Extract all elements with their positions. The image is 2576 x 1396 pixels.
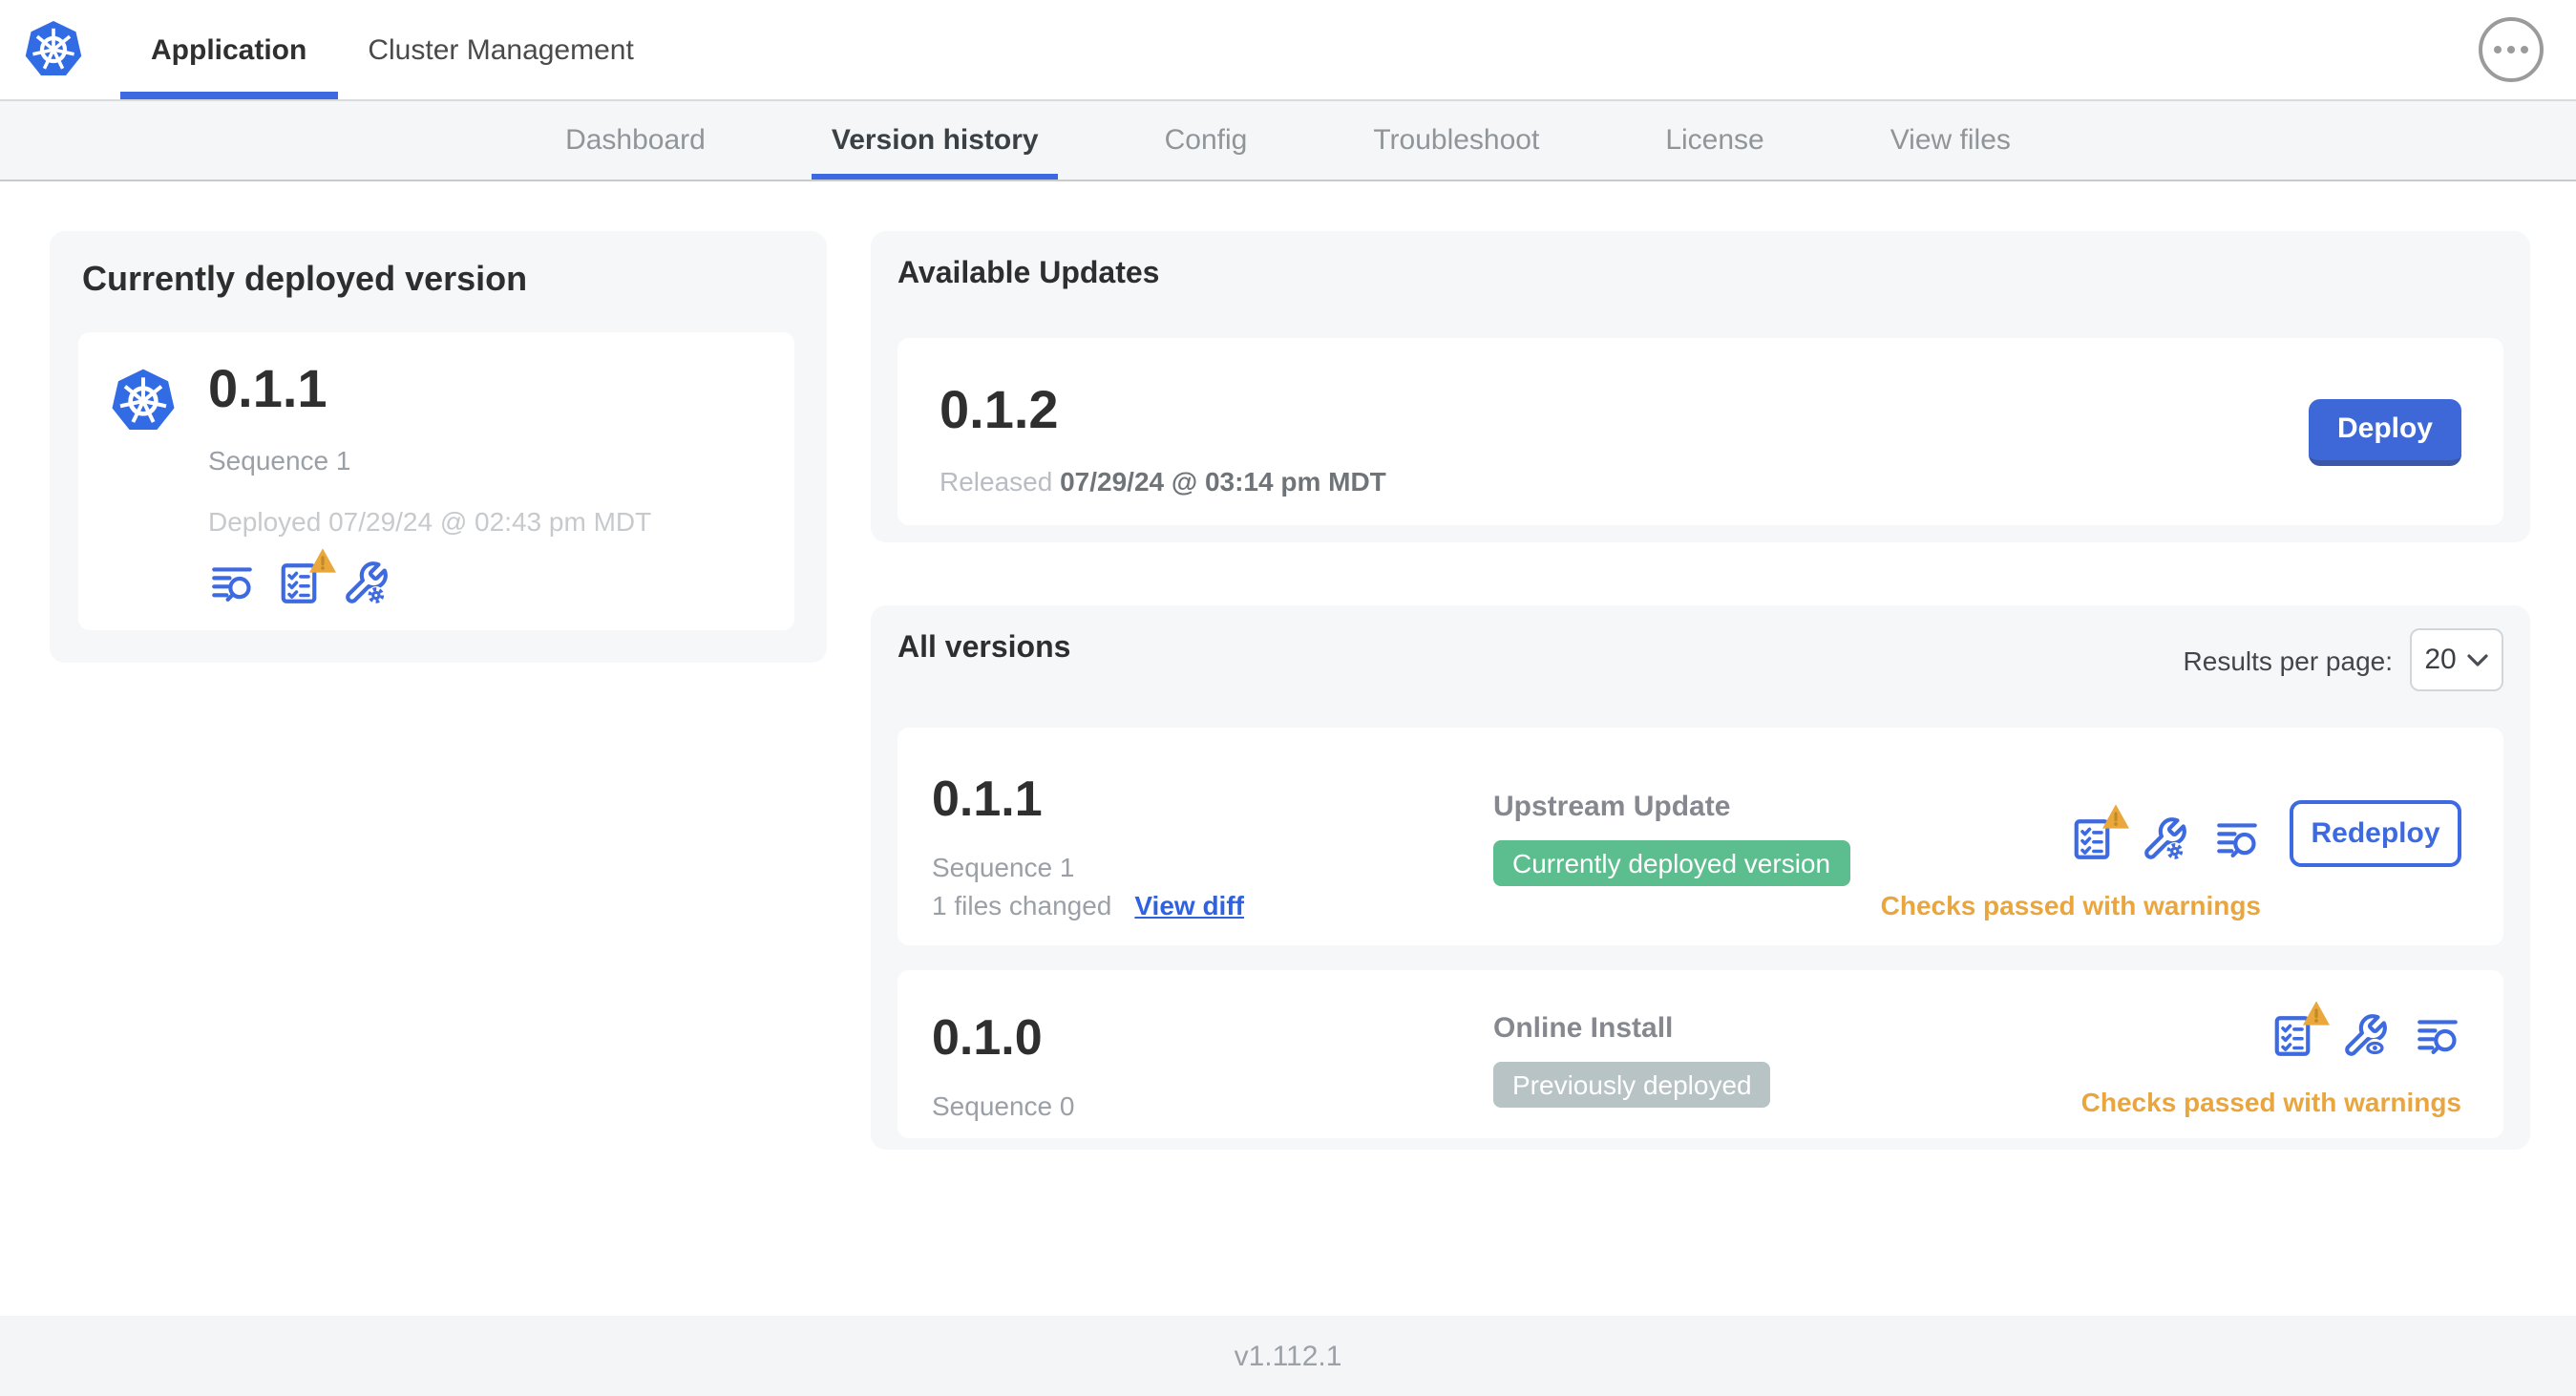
- subtab-view-files[interactable]: View files: [1871, 101, 2030, 180]
- current-version-actions: [208, 546, 651, 607]
- top-nav-spacer: [665, 0, 2479, 99]
- top-nav: Application Cluster Management: [0, 0, 2576, 101]
- version-info: 0.1.1 Sequence 1 1 files changed View dif…: [932, 770, 1244, 920]
- available-update-card: 0.1.2 Released 07/29/24 @ 03:14 pm MDT D…: [897, 338, 2503, 525]
- preflight-checks-icon[interactable]: [275, 546, 338, 607]
- diff-icon[interactable]: [2213, 815, 2261, 863]
- deployed-status-badge: Currently deployed version: [1493, 840, 1850, 886]
- view-diff-link[interactable]: View diff: [1134, 890, 1244, 920]
- kubernetes-app-icon: [105, 363, 181, 439]
- current-sequence: Sequence 1: [208, 445, 351, 476]
- more-menu-button[interactable]: [2479, 17, 2544, 82]
- available-updates-panel: Available Updates 0.1.2 Released 07/29/2…: [871, 231, 2530, 542]
- warning-icon: [2101, 802, 2131, 831]
- chevron-down-icon: [2468, 653, 2489, 666]
- version-row-0-1-1: 0.1.1 Sequence 1 1 files changed View dif…: [897, 728, 2503, 945]
- tab-application-label: Application: [151, 33, 307, 66]
- source-label: Online Install: [1493, 1012, 1674, 1045]
- version-sequence: Sequence 0: [932, 1090, 1075, 1121]
- console-version: v1.112.1: [1234, 1340, 1342, 1372]
- version-info: 0.1.0 Sequence 0: [932, 1008, 1074, 1121]
- version-actions: Checks passed with warnings Redeploy: [1881, 796, 2461, 920]
- deploy-button[interactable]: Deploy: [2309, 398, 2461, 465]
- admin-console: Application Cluster Management Dashboard…: [0, 0, 2576, 1396]
- update-details: 0.1.2 Released 07/29/24 @ 03:14 pm MDT: [940, 368, 1386, 496]
- subtab-config[interactable]: Config: [1146, 101, 1267, 180]
- subtab-dashboard[interactable]: Dashboard: [546, 101, 725, 180]
- preflight-checks-icon[interactable]: [2068, 802, 2131, 863]
- update-version-number: 0.1.2: [940, 379, 1059, 438]
- tab-cluster-management-label: Cluster Management: [368, 33, 634, 66]
- subtab-version-history[interactable]: Version history: [812, 101, 1058, 180]
- current-deployed-timestamp: Deployed 07/29/24 @ 02:43 pm MDT: [208, 506, 652, 537]
- top-nav-tabs: Application Cluster Management: [120, 0, 665, 99]
- diff-icon[interactable]: [208, 560, 256, 607]
- currently-deployed-card: 0.1.1 Sequence 1 Deployed 07/29/24 @ 02:…: [78, 332, 794, 630]
- current-version-details: 0.1.1 Sequence 1 Deployed 07/29/24 @ 02:…: [208, 348, 651, 615]
- all-versions-panel: All versions Results per page: 20 0.1.1 …: [871, 605, 2530, 1150]
- footer: v1.112.1: [0, 1316, 2576, 1396]
- version-source: Upstream Update Currently deployed versi…: [1493, 791, 1850, 886]
- version-row-0-1-0: 0.1.0 Sequence 0 Online Install Previous…: [897, 970, 2503, 1138]
- version-source: Online Install Previously deployed: [1493, 1012, 1771, 1108]
- subtab-license[interactable]: License: [1646, 101, 1783, 180]
- config-icon[interactable]: [342, 560, 390, 607]
- preflight-status-text: Checks passed with warnings: [2080, 1087, 2461, 1117]
- deployed-status-badge: Previously deployed: [1493, 1062, 1771, 1108]
- version-number: 0.1.1: [932, 770, 1043, 827]
- version-number: 0.1.0: [932, 1008, 1043, 1066]
- diff-icon[interactable]: [2414, 1012, 2461, 1060]
- available-updates-title: Available Updates: [897, 258, 1160, 290]
- tab-application[interactable]: Application: [120, 0, 338, 99]
- tab-cluster-management[interactable]: Cluster Management: [337, 0, 664, 99]
- warning-icon: [2301, 999, 2332, 1027]
- ellipsis-icon: [2494, 46, 2502, 53]
- results-per-page-label: Results per page:: [2183, 645, 2393, 675]
- preflight-checks-icon[interactable]: [2269, 999, 2332, 1060]
- warning-icon: [307, 546, 338, 575]
- redeploy-button[interactable]: Redeploy: [2290, 800, 2461, 867]
- files-changed-line: 1 files changed View diff: [932, 890, 1244, 920]
- update-released-line: Released 07/29/24 @ 03:14 pm MDT: [940, 465, 1386, 496]
- currently-deployed-panel: Currently deployed version 0.1.1 Sequenc…: [50, 231, 827, 663]
- results-per-page: Results per page: 20: [2184, 628, 2503, 691]
- config-icon[interactable]: [2141, 815, 2188, 863]
- results-per-page-select[interactable]: 20: [2410, 628, 2503, 691]
- subtab-troubleshoot[interactable]: Troubleshoot: [1354, 101, 1558, 180]
- view-config-icon[interactable]: [2341, 1012, 2389, 1060]
- version-actions: Checks passed with warnings: [2080, 999, 2461, 1117]
- files-changed: 1 files changed: [932, 890, 1112, 920]
- version-sequence: Sequence 1: [932, 852, 1075, 882]
- current-version-number: 0.1.1: [208, 359, 327, 418]
- kubernetes-logo: [19, 15, 88, 84]
- preflight-status-text: Checks passed with warnings: [1880, 890, 2261, 920]
- sub-nav: Dashboard Version history Config Trouble…: [0, 101, 2576, 181]
- source-label: Upstream Update: [1493, 791, 1731, 823]
- currently-deployed-title: Currently deployed version: [82, 260, 528, 298]
